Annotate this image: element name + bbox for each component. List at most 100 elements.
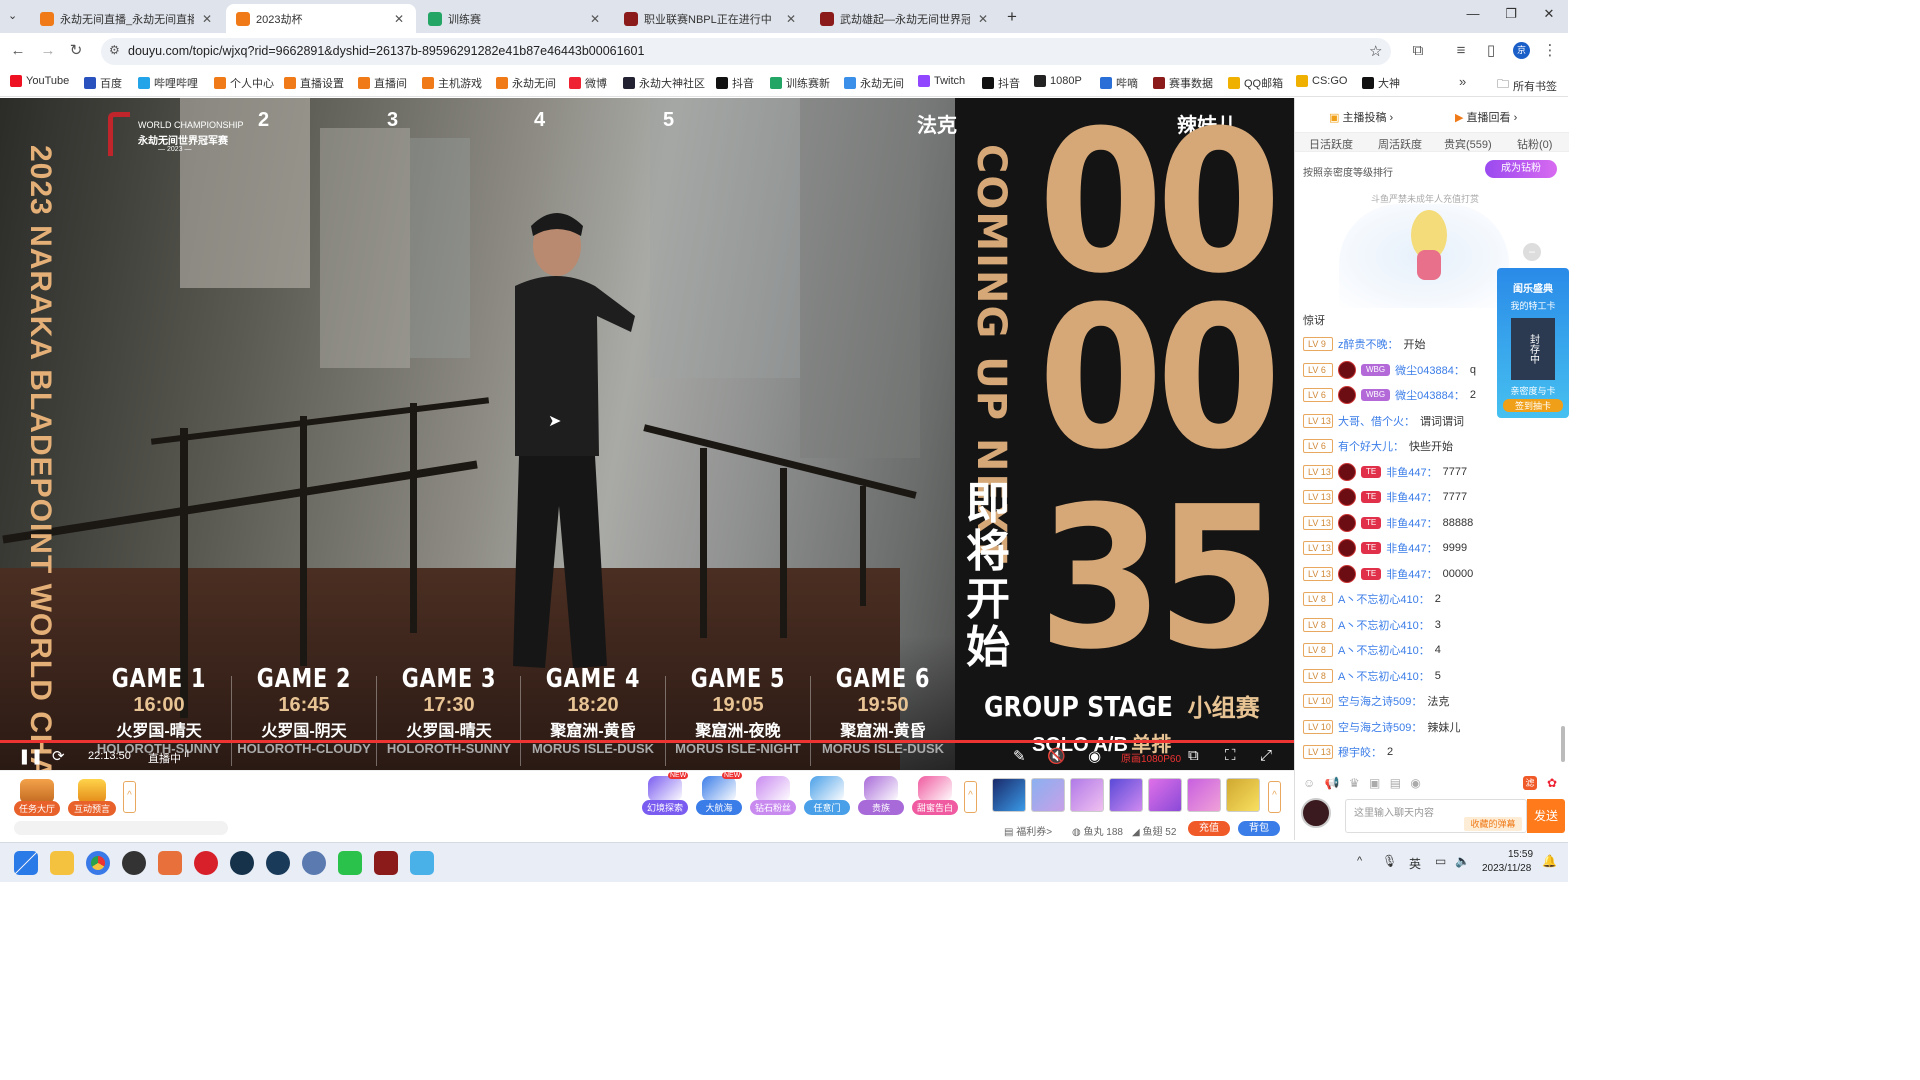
notepad-icon[interactable] bbox=[410, 851, 434, 875]
new-tab-button[interactable]: + bbox=[1007, 7, 1017, 27]
naraka-icon[interactable] bbox=[374, 851, 398, 875]
forward-arrow-icon[interactable]: → bbox=[38, 41, 58, 61]
tab-diamond-fans[interactable]: 钻粉(0) bbox=[1517, 136, 1552, 152]
browser-tab-5[interactable]: 武劫雄起—永劫无间世界冠军 ✕ bbox=[810, 4, 1000, 33]
fullscreen-icon[interactable]: ⤢ bbox=[1260, 747, 1272, 764]
close-tab-icon[interactable]: ✕ bbox=[784, 12, 798, 26]
gift-slot-6[interactable] bbox=[1187, 778, 1221, 812]
notification-icon[interactable]: 🔔 bbox=[1542, 854, 1557, 868]
gift-slot-2[interactable] bbox=[1031, 778, 1065, 812]
become-fan-button[interactable]: 成为钻粉 bbox=[1485, 160, 1557, 178]
user-avatar[interactable] bbox=[1301, 798, 1331, 828]
bookmark-item[interactable]: 哔哩哔哩 bbox=[138, 75, 198, 91]
welfare-link[interactable]: ▤ 福利券> bbox=[1004, 823, 1052, 838]
gift-item[interactable]: 钻石粉丝 bbox=[750, 776, 796, 816]
close-tab-icon[interactable]: ✕ bbox=[588, 12, 602, 26]
backpack-button[interactable]: 背包 bbox=[1238, 821, 1280, 836]
app-1-icon[interactable] bbox=[158, 851, 182, 875]
microphone-icon[interactable]: 🎙 bbox=[1382, 854, 1397, 868]
chat-nickname[interactable]: 非鱼447： bbox=[1386, 515, 1437, 531]
chat-nickname[interactable]: A丶不忘初心410： bbox=[1338, 617, 1430, 633]
bookmark-item[interactable]: 永劫无间 bbox=[844, 75, 904, 91]
chat-nickname[interactable]: 非鱼447： bbox=[1386, 540, 1437, 556]
interactive-prediction-button[interactable]: 互动预言 bbox=[68, 779, 116, 819]
bookmark-item[interactable]: 直播间 bbox=[358, 75, 407, 91]
filter-icon[interactable]: 滤 bbox=[1523, 776, 1537, 790]
volume-icon[interactable]: 🔈 bbox=[1455, 854, 1470, 868]
gift-slot-1[interactable] bbox=[992, 778, 1026, 812]
gift-slots-arrow-icon[interactable]: ^ bbox=[1268, 781, 1281, 813]
send-button[interactable]: 发送 bbox=[1527, 799, 1565, 833]
video-player[interactable]: WORLD CHAMPIONSHIP 永劫无间世界冠军赛 — 2023 — 20… bbox=[0, 98, 1294, 770]
close-tab-icon[interactable]: ✕ bbox=[392, 12, 406, 26]
bookmark-item[interactable]: Twitch bbox=[918, 75, 965, 87]
steam-icon[interactable] bbox=[266, 851, 290, 875]
bookmark-item[interactable]: 抖音 bbox=[716, 75, 754, 91]
chat-nickname[interactable]: A丶不忘初心410： bbox=[1338, 591, 1430, 607]
bookmark-item[interactable]: CS:GO bbox=[1296, 75, 1347, 87]
hot-icon[interactable]: ◉ bbox=[1410, 776, 1420, 790]
network-icon[interactable]: ▭ bbox=[1435, 854, 1446, 868]
profile-avatar[interactable]: 京 bbox=[1513, 42, 1530, 59]
gift-item[interactable]: 贵族 bbox=[858, 776, 904, 816]
minimize-button[interactable]: — bbox=[1458, 6, 1488, 26]
gift-slot-3[interactable] bbox=[1070, 778, 1104, 812]
horn-icon[interactable]: 📢 bbox=[1325, 776, 1340, 790]
all-bookmarks-folder[interactable]: 🗀 所有书签 bbox=[1497, 75, 1557, 96]
bookmark-item[interactable]: 百度 bbox=[84, 75, 122, 91]
task-hall-button[interactable]: 任务大厅 bbox=[14, 779, 60, 819]
gift-item[interactable]: 任意门 bbox=[804, 776, 850, 816]
bookmarks-overflow-icon[interactable]: » bbox=[1459, 74, 1466, 89]
input-method[interactable]: 英 bbox=[1409, 855, 1421, 872]
bookmark-item[interactable]: 赛事数据 bbox=[1153, 75, 1213, 91]
chat-nickname[interactable]: A丶不忘初心410： bbox=[1338, 642, 1430, 658]
gift-slot-7[interactable] bbox=[1226, 778, 1260, 812]
gift-tool-icon[interactable]: ▣ bbox=[1369, 776, 1380, 790]
mute-icon[interactable]: 🔇 bbox=[1047, 747, 1066, 765]
chat-nickname[interactable]: 非鱼447： bbox=[1386, 489, 1437, 505]
bookmark-item[interactable]: 微博 bbox=[569, 75, 607, 91]
chat-nickname[interactable]: 穆宇皎： bbox=[1338, 744, 1382, 760]
clear-icon[interactable]: ✿ bbox=[1547, 776, 1557, 790]
chat-nickname[interactable]: 空与海之诗509： bbox=[1338, 719, 1422, 735]
restore-button[interactable]: ❐ bbox=[1496, 6, 1526, 26]
gift-slot-5[interactable] bbox=[1148, 778, 1182, 812]
replay-link[interactable]: ▶ 直播回看 › bbox=[1455, 109, 1517, 125]
gift-item[interactable]: 幻境探索 NEW bbox=[642, 772, 689, 816]
chat-input[interactable]: 这里输入聊天内容 收藏的弹幕 bbox=[1345, 799, 1527, 833]
web-fullscreen-icon[interactable]: ⛶ bbox=[1225, 747, 1236, 764]
reload-icon[interactable]: ↻ bbox=[66, 41, 86, 61]
crown-icon[interactable]: ♛ bbox=[1349, 776, 1360, 790]
windows-start-icon[interactable] bbox=[14, 851, 38, 875]
netease-music-icon[interactable] bbox=[194, 851, 218, 875]
bookmark-item[interactable]: 抖音 bbox=[982, 75, 1020, 91]
browser-tab-2[interactable]: 2023劫杯 ✕ bbox=[226, 4, 416, 33]
emoji-icon[interactable]: ☺ bbox=[1303, 776, 1315, 790]
file-explorer-icon[interactable] bbox=[50, 851, 74, 875]
extensions-icon[interactable]: ⧉ bbox=[1408, 41, 1428, 61]
gift-collapse-arrow-icon[interactable]: ^ bbox=[964, 781, 977, 813]
bookmark-item[interactable]: 训练赛新 bbox=[770, 75, 830, 91]
bookmark-item[interactable]: 永劫无间 bbox=[496, 75, 556, 91]
bookmark-item[interactable]: 直播设置 bbox=[284, 75, 344, 91]
browser-tab-1[interactable]: 永劫无间直播_永劫无间直播解 ✕ bbox=[30, 4, 224, 33]
chrome-icon[interactable] bbox=[86, 851, 110, 875]
collapse-arrow-icon[interactable]: ^ bbox=[123, 781, 136, 813]
quality-selector[interactable]: 原画1080P60 bbox=[1121, 750, 1181, 765]
bookmark-item[interactable]: 1080P bbox=[1034, 75, 1082, 87]
bookmark-item[interactable]: 大神 bbox=[1362, 75, 1400, 91]
bookmark-item[interactable]: 主机游戏 bbox=[422, 75, 482, 91]
wechat-icon[interactable] bbox=[338, 851, 362, 875]
browser-menu-icon[interactable]: ⋮ bbox=[1540, 41, 1560, 61]
browser-tab-3[interactable]: 训练赛 ✕ bbox=[418, 4, 612, 33]
bookmark-item[interactable]: 哔嘀 bbox=[1100, 75, 1138, 91]
app-2-icon[interactable] bbox=[230, 851, 254, 875]
chat-nickname[interactable]: 微尘043884： bbox=[1395, 362, 1465, 378]
browser-tab-4[interactable]: 职业联赛NBPL正在进行中 ✕ bbox=[614, 4, 808, 33]
refresh-icon[interactable]: ⟳ bbox=[52, 747, 65, 765]
tray-chevron-icon[interactable]: ^ bbox=[1357, 855, 1362, 867]
chat-nickname[interactable]: 空与海之诗509： bbox=[1338, 693, 1422, 709]
clock-time[interactable]: 15:59 bbox=[1508, 849, 1533, 860]
chat-nickname[interactable]: 微尘043884： bbox=[1395, 387, 1465, 403]
close-tab-icon[interactable]: ✕ bbox=[200, 12, 214, 26]
